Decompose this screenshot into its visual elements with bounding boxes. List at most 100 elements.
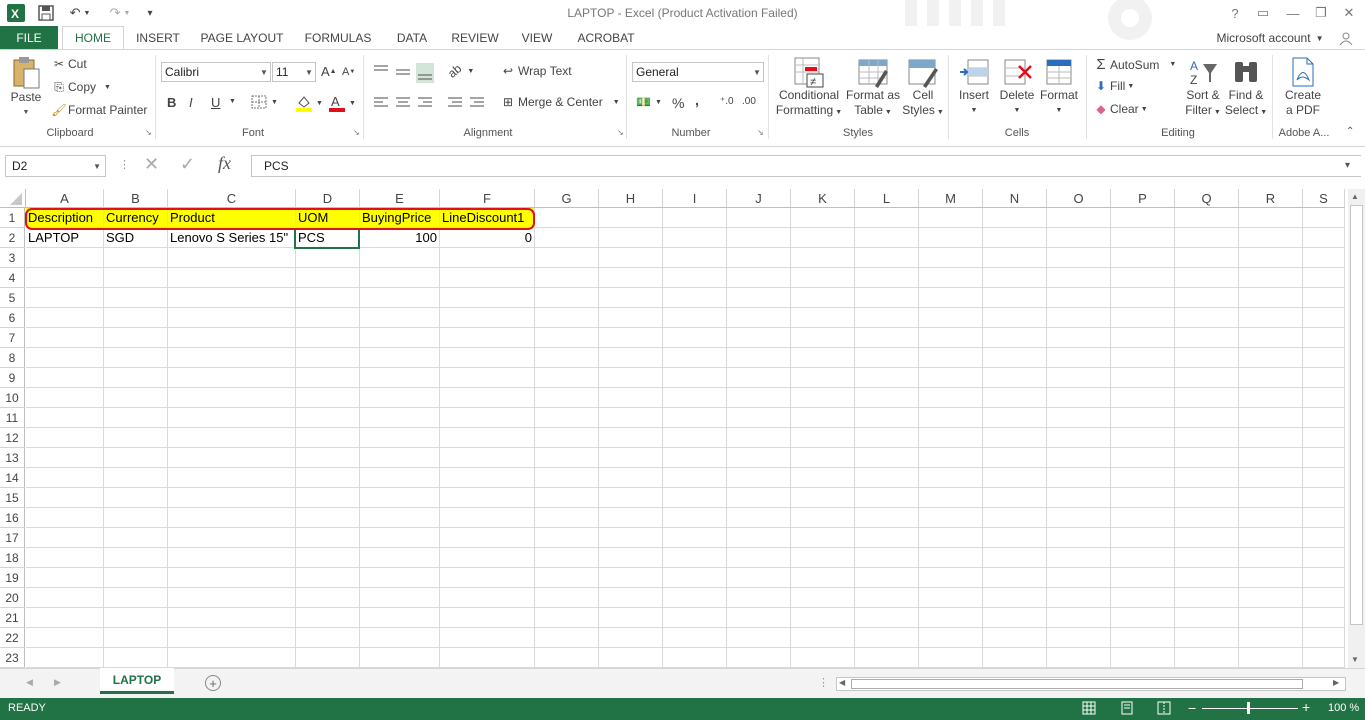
cell[interactable] [104,608,168,628]
cell[interactable] [599,308,663,328]
cell[interactable] [1303,248,1345,268]
cell[interactable] [983,328,1047,348]
cell[interactable] [663,648,727,668]
fill-button[interactable]: ⬇ Fill ▼ [1092,79,1134,93]
cell[interactable] [1303,468,1345,488]
header-cell[interactable] [791,208,855,228]
cell[interactable] [26,588,104,608]
data-cell[interactable] [855,228,919,248]
data-cell[interactable]: 100 [360,228,440,248]
cell[interactable] [168,468,296,488]
cell[interactable] [168,528,296,548]
scroll-right-icon[interactable]: ▶ [1333,678,1339,687]
conditional-formatting-button[interactable]: ≠ Conditional Formatting ▼ [772,56,846,120]
cell[interactable] [599,508,663,528]
cell[interactable] [983,648,1047,668]
cell[interactable] [168,268,296,288]
cell[interactable] [855,448,919,468]
cell[interactable] [26,648,104,668]
cell[interactable] [360,568,440,588]
data-cell[interactable] [1239,228,1303,248]
cell[interactable] [296,488,360,508]
cell[interactable] [663,288,727,308]
column-header[interactable]: D [296,189,360,208]
cell[interactable] [1047,548,1111,568]
cell[interactable] [1047,648,1111,668]
cell[interactable] [296,528,360,548]
vertical-align-icons[interactable] [372,62,434,84]
cell[interactable] [26,488,104,508]
scroll-left-icon[interactable]: ◀ [839,678,845,687]
cell[interactable] [1175,528,1239,548]
cell[interactable] [104,328,168,348]
cell[interactable] [599,628,663,648]
cell[interactable] [1111,488,1175,508]
cell[interactable] [919,288,983,308]
user-icon[interactable] [1334,26,1358,50]
cell[interactable] [1175,288,1239,308]
cell[interactable] [1175,628,1239,648]
cell[interactable] [1175,548,1239,568]
font-color-icon[interactable]: A ▼ [328,94,356,112]
cell[interactable] [727,628,791,648]
cell[interactable] [168,628,296,648]
row-header[interactable]: 9 [0,368,25,388]
column-header[interactable]: K [791,189,855,208]
italic-button[interactable]: I [189,95,193,110]
cell[interactable] [1175,568,1239,588]
cell[interactable] [599,368,663,388]
cell[interactable] [1111,368,1175,388]
minimize-icon[interactable]: — [1280,2,1306,24]
data-cell[interactable] [1303,228,1345,248]
cell[interactable] [26,388,104,408]
row-header[interactable]: 12 [0,428,25,448]
cell[interactable] [1047,428,1111,448]
cell[interactable] [535,348,599,368]
column-header[interactable]: G [535,189,599,208]
sort-filter-button[interactable]: AZ Sort & Filter ▼ [1180,56,1226,120]
cell[interactable] [26,508,104,528]
cell[interactable] [1175,648,1239,668]
format-painter-button[interactable]: 🖌 Format Painter [50,102,147,118]
enter-icon[interactable]: ✓ [180,154,195,175]
header-cell[interactable] [1303,208,1345,228]
cell[interactable] [1239,528,1303,548]
cell[interactable] [663,408,727,428]
cell[interactable] [360,368,440,388]
data-cell[interactable] [919,228,983,248]
cell[interactable] [1303,328,1345,348]
cell[interactable] [104,268,168,288]
cell[interactable] [1239,288,1303,308]
cell[interactable] [440,528,535,548]
tab-home[interactable]: HOME [62,26,124,50]
increase-decimal-icon[interactable]: ⁺.0 [720,96,734,107]
cell[interactable] [919,328,983,348]
cell[interactable] [1239,568,1303,588]
cell[interactable] [727,568,791,588]
cell[interactable] [535,648,599,668]
tab-data[interactable]: DATA [390,26,434,50]
cell[interactable] [599,248,663,268]
cell[interactable] [296,268,360,288]
cell[interactable] [535,368,599,388]
cell[interactable] [727,428,791,448]
column-header[interactable]: Q [1175,189,1239,208]
cell[interactable] [1175,408,1239,428]
cell[interactable] [440,348,535,368]
cell[interactable] [296,508,360,528]
cell[interactable] [663,348,727,368]
cell[interactable] [1303,588,1345,608]
header-cell[interactable]: UOM [296,208,360,228]
cell[interactable] [535,588,599,608]
cell[interactable] [1047,448,1111,468]
cell[interactable] [727,308,791,328]
data-cell[interactable] [535,228,599,248]
cell[interactable] [360,388,440,408]
cell[interactable] [983,608,1047,628]
zoom-slider-track[interactable] [1202,708,1298,709]
cell[interactable] [1239,368,1303,388]
cell[interactable] [26,348,104,368]
cell[interactable] [360,268,440,288]
cell[interactable] [1047,568,1111,588]
cell[interactable] [168,388,296,408]
